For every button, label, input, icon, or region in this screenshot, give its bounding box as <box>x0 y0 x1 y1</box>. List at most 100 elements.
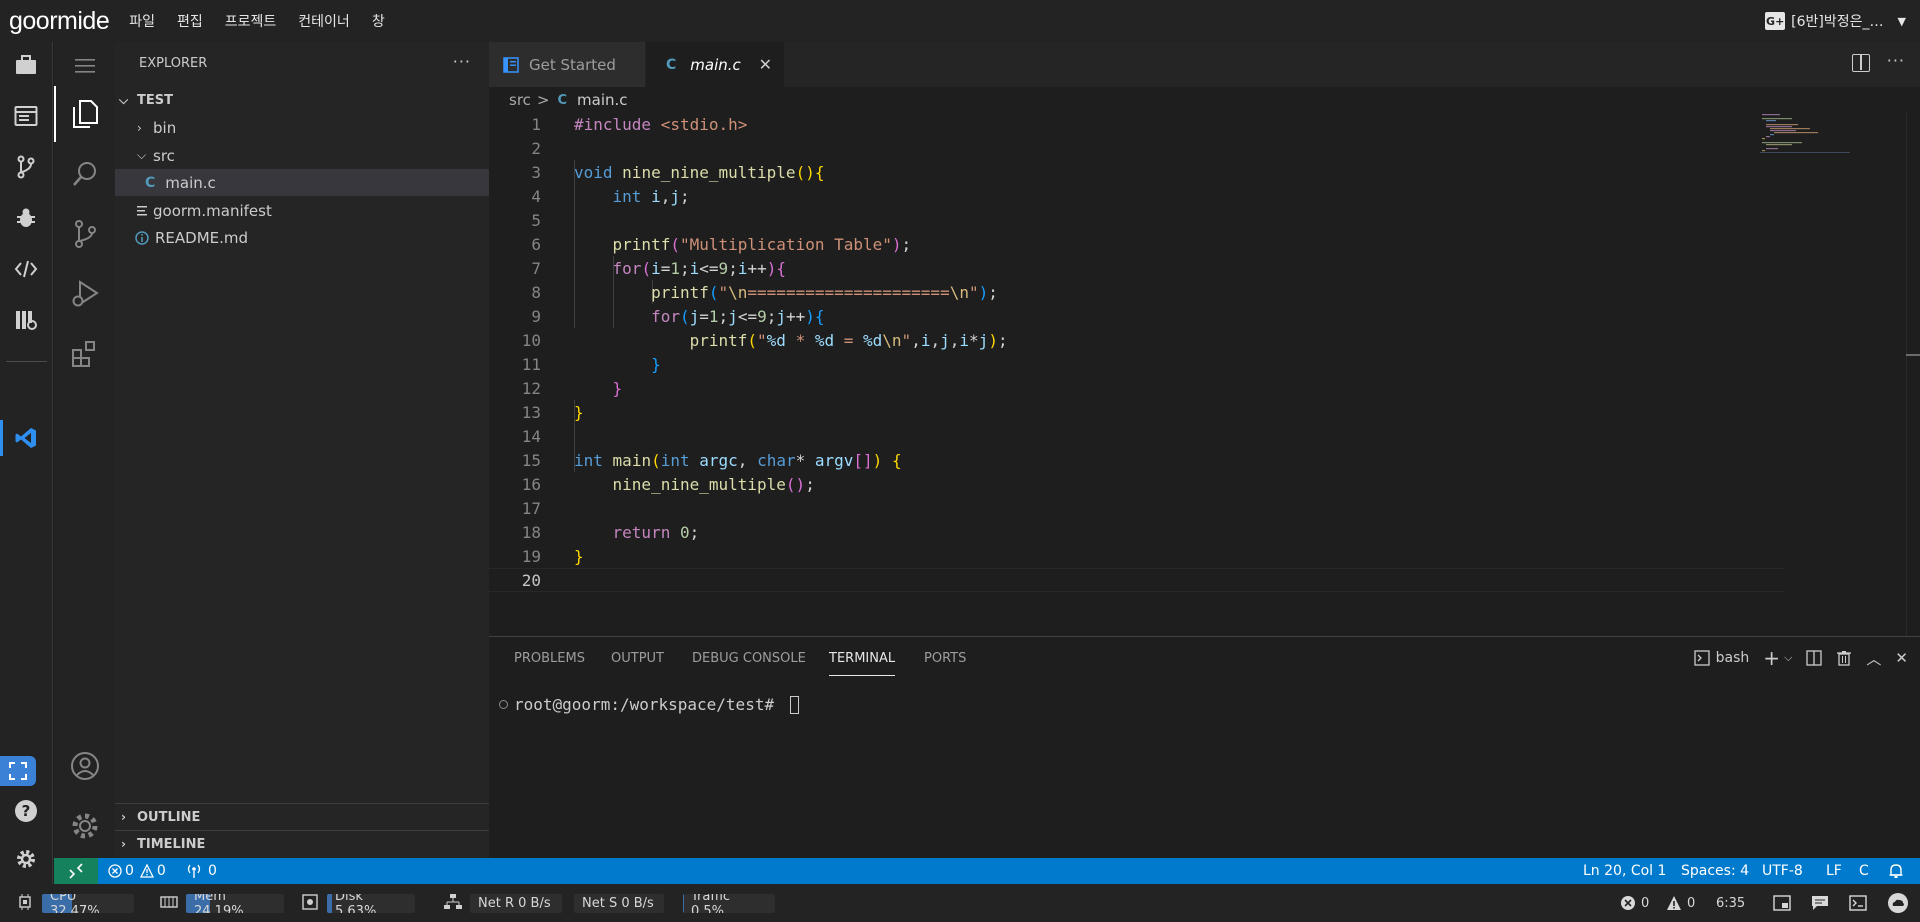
maximize-panel-icon[interactable]: ︿ <box>1866 648 1881 669</box>
traffic-monitor[interactable]: Traffic 0.5% <box>683 894 775 913</box>
code-editor[interactable]: 1 #include <stdio.h> 2 3 void nine_nine_mu… <box>489 112 1920 636</box>
terminal-prompt: root@goorm:/workspace/test# <box>514 695 784 714</box>
disk-label: Disk 5.63% <box>335 894 377 913</box>
eol-status[interactable]: LF <box>1826 858 1842 884</box>
cpu-monitor[interactable]: CPU 32.47% <box>16 893 134 914</box>
tree-root-test[interactable]: ⌵ TEST <box>115 87 489 114</box>
code-line: 2 <box>489 136 1784 160</box>
settings-icon[interactable] <box>13 846 39 872</box>
network-icon <box>444 893 462 914</box>
tree-item-main-c[interactable]: C main.c <box>115 169 489 196</box>
tab-terminal[interactable]: TERMINAL <box>829 651 895 666</box>
timeline-section[interactable]: › TIMELINE <box>115 830 489 857</box>
code-text: printf("\n=====================\n"); <box>651 282 998 302</box>
disk-monitor[interactable]: Disk 5.63% <box>301 893 415 914</box>
hamburger-icon[interactable] <box>69 50 101 82</box>
split-editor-icon[interactable] <box>1852 54 1870 72</box>
breadcrumb-file[interactable]: main.c <box>577 91 628 109</box>
tree-item-readme[interactable]: README.md <box>115 224 489 251</box>
terminal-output[interactable]: root@goorm:/workspace/test# <box>499 695 799 714</box>
tab-problems[interactable]: PROBLEMS <box>514 651 585 666</box>
terminal-shell-selector[interactable]: bash <box>1694 650 1750 666</box>
tree-item-label: src <box>153 146 175 165</box>
menu-window[interactable]: 창 <box>372 11 385 31</box>
bug-icon[interactable] <box>13 205 39 231</box>
files-icon[interactable] <box>69 98 101 130</box>
tree-item-bin[interactable]: › bin <box>115 114 489 141</box>
problems-status[interactable]: 0 0 <box>108 858 166 884</box>
git-branch-icon[interactable] <box>13 154 39 180</box>
vscode-icon[interactable] <box>13 425 39 451</box>
line-number: 12 <box>521 378 541 398</box>
manage-gear-icon[interactable] <box>69 810 101 842</box>
indentation-status[interactable]: Spaces: 4 <box>1681 858 1749 884</box>
close-panel-icon[interactable]: ✕ <box>1895 649 1908 667</box>
memory-usage-bar: Mem 24.19% <box>186 894 284 913</box>
disk-icon <box>301 893 319 914</box>
goorm-warning-status[interactable]: 0 <box>1666 884 1695 922</box>
close-icon[interactable]: ✕ <box>759 55 772 74</box>
minimap[interactable] <box>1760 112 1850 172</box>
tab-output[interactable]: OUTPUT <box>611 651 664 666</box>
broadcast-icon <box>186 863 202 879</box>
remote-icon[interactable] <box>54 858 98 884</box>
net-receive-monitor[interactable]: Net R 0 B/s <box>444 893 562 914</box>
tab-label: Get Started <box>529 55 616 74</box>
memory-monitor[interactable]: Mem 24.19% <box>160 894 284 913</box>
ports-status[interactable]: 0 <box>186 858 217 884</box>
chevron-down-icon[interactable]: ⌵ <box>1784 651 1792 665</box>
line-number: 10 <box>521 330 541 350</box>
cpu-chip-icon <box>16 893 34 914</box>
cursor-position[interactable]: Ln 20, Col 1 <box>1583 858 1666 884</box>
editor-scrollbar[interactable] <box>1906 112 1920 636</box>
code-text: nine_nine_multiple(); <box>612 474 815 494</box>
outline-section[interactable]: › OUTLINE <box>115 803 489 830</box>
tab-ports[interactable]: PORTS <box>924 651 966 666</box>
menu-project[interactable]: 프로젝트 <box>225 11 277 31</box>
tab-main-c[interactable]: C main.c ✕ <box>646 42 784 87</box>
search-icon[interactable] <box>69 158 101 190</box>
menu-edit[interactable]: 편집 <box>177 11 203 31</box>
memory-label: Mem 24.19% <box>194 894 244 913</box>
source-control-icon[interactable] <box>69 218 101 250</box>
user-menu[interactable]: G+ [6반]박정은_… ▼ <box>1765 0 1906 42</box>
layout-icon[interactable] <box>1773 884 1791 922</box>
net-send-monitor[interactable]: Net S 0 B/s <box>574 894 664 913</box>
error-icon <box>1620 895 1636 911</box>
notifications-bell-icon[interactable] <box>1888 858 1904 884</box>
breadcrumb-folder[interactable]: src <box>509 91 531 109</box>
code-icon[interactable] <box>13 256 39 282</box>
code-line: 1 #include <stdio.h> <box>489 112 1784 136</box>
terminal-cursor <box>789 695 799 714</box>
more-actions-icon[interactable]: ··· <box>1887 51 1905 70</box>
tree-item-src[interactable]: ⌵ src <box>115 142 489 169</box>
chat-icon[interactable] <box>1811 884 1829 922</box>
tab-get-started[interactable]: Get Started <box>489 42 645 87</box>
new-terminal-plus-icon[interactable]: + <box>1763 646 1780 670</box>
more-actions-icon[interactable]: ··· <box>453 52 471 71</box>
shell-name: bash <box>1715 650 1750 666</box>
split-terminal-icon[interactable] <box>1806 650 1823 666</box>
goorm-error-status[interactable]: 0 <box>1620 884 1649 922</box>
expand-icon[interactable] <box>0 756 36 786</box>
menu-file[interactable]: 파일 <box>129 11 155 31</box>
library-icon[interactable] <box>13 307 39 333</box>
menu-container[interactable]: 컨테이너 <box>298 11 350 31</box>
window-icon[interactable] <box>13 103 39 129</box>
encoding-status[interactable]: UTF-8 <box>1762 858 1803 884</box>
extensions-icon[interactable] <box>69 338 101 370</box>
run-debug-icon[interactable] <box>69 278 101 310</box>
code-line: 3 void nine_nine_multiple(){ <box>489 160 1784 184</box>
trash-icon[interactable] <box>1836 650 1852 666</box>
goormide-logo[interactable]: goormide <box>9 7 110 36</box>
account-icon[interactable] <box>69 750 101 782</box>
tab-debug-console[interactable]: DEBUG CONSOLE <box>692 651 806 666</box>
help-icon[interactable]: ? <box>13 798 39 824</box>
language-status[interactable]: C <box>1859 858 1869 884</box>
briefcase-icon[interactable] <box>13 52 39 78</box>
tree-item-goorm-manifest[interactable]: goorm.manifest <box>115 197 489 224</box>
memory-icon <box>160 895 178 913</box>
terminal-icon[interactable] <box>1849 884 1867 922</box>
cloud-icon[interactable] <box>1886 884 1910 922</box>
c-file-icon: C <box>145 174 156 191</box>
